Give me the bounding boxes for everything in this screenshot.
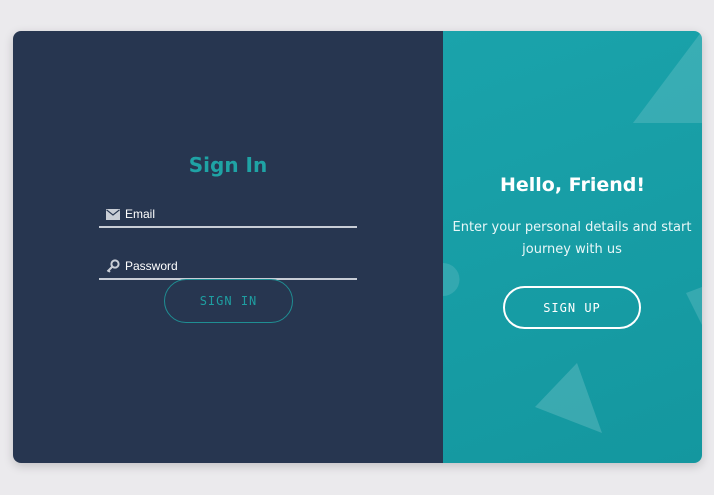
sign-up-button[interactable]: SIGN UP [503, 286, 641, 329]
auth-card: Sign In SIGN IN [13, 31, 702, 463]
sign-in-button[interactable]: SIGN IN [164, 279, 293, 323]
sign-in-panel: Sign In SIGN IN [13, 31, 443, 463]
welcome-overlay-panel: Hello, Friend! Enter your personal detai… [443, 31, 702, 463]
envelope-icon [105, 206, 121, 222]
password-field[interactable] [99, 254, 357, 280]
email-field[interactable] [99, 202, 357, 228]
overlay-title: Hello, Friend! [499, 174, 646, 196]
key-icon [105, 258, 121, 274]
email-input[interactable] [125, 207, 357, 221]
sign-in-title: Sign In [188, 153, 268, 177]
overlay-text: Enter your personal details and start jo… [452, 220, 692, 257]
password-input[interactable] [125, 259, 357, 273]
